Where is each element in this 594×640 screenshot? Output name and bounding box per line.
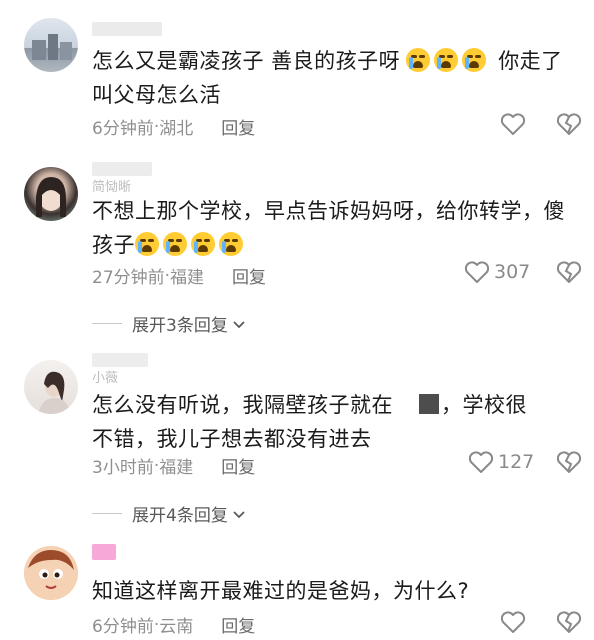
comment-text-line1-tail: 你走了 [498,49,563,73]
expand-divider-line [92,323,122,324]
broken-heart-icon [556,611,582,633]
expand-replies-label: 展开3条回复 [132,316,228,336]
comment-text: 知道这样离开最难过的是爸妈，为什么? [92,574,582,608]
heart-outline-icon [468,451,494,473]
crying-emoji-icon [462,48,487,72]
like-button[interactable]: 127 [468,450,534,474]
avatar[interactable] [24,360,78,414]
comment-location: 湖北 [159,119,194,139]
username-redacted [92,544,116,560]
comment-text: 不想上那个学校，早点告诉妈妈呀，给你转学，傻 孩子 [92,194,582,262]
comment-time: 3小时前 [92,458,154,478]
comment-text: 怎么没有听说，我隔壁孩子就在 ，学校很 不错，我儿子想去都没有进去 [92,388,582,456]
comment-3: 小薇 怎么没有听说，我隔壁孩子就在 ，学校很 不错，我儿子想去都没有进去 3小时前… [0,345,594,530]
reply-button[interactable]: 回复 [221,114,255,139]
reply-button[interactable]: 回复 [221,612,255,637]
avatar[interactable] [24,546,78,600]
comment-time: 6分钟前 [92,119,154,139]
comment-text-line1: 怎么又是霸凌孩子 善良的孩子呀 [92,49,401,73]
avatar-cartoon-image [24,546,78,600]
redacted-block [419,394,439,414]
like-button[interactable] [500,610,526,634]
comment-text-line1: 不想上那个学校，早点告诉妈妈呀，给你转学，傻 [92,199,565,223]
comment-text-line1b: ，学校很 [441,393,527,417]
expand-divider-line [92,513,122,514]
comment-text: 怎么又是霸凌孩子 善良的孩子呀 你走了 叫父母怎么活 [92,44,582,112]
like-button[interactable]: 307 [464,260,530,284]
username[interactable]: 简恸晰 [92,176,131,195]
dislike-button[interactable] [556,112,582,140]
comment-1: 怎么又是霸凌孩子 善良的孩子呀 你走了 叫父母怎么活 6分钟前 · 湖北 回复 [0,0,594,150]
avatar-building-image [32,34,72,60]
heart-outline-icon [464,261,490,283]
heart-outline-icon [500,611,526,633]
dislike-button[interactable] [556,450,582,478]
comment-location: 福建 [170,268,205,288]
chevron-down-icon [233,320,245,328]
crying-emoji-icon [406,48,431,72]
comment-2: 简恸晰 不想上那个学校，早点告诉妈妈呀，给你转学，傻 孩子 27分钟前 · 福建… [0,150,594,345]
avatar[interactable] [24,167,78,221]
comment-text-line1a: 怎么没有听说，我隔壁孩子就在 [92,393,393,417]
heart-outline-icon [500,113,526,135]
username-redacted [92,353,148,367]
like-button[interactable] [500,112,526,136]
avatar-girl-image [36,177,66,217]
comment-meta: 6分钟前 · 湖北 回复 [92,114,255,140]
crying-emoji-icon [135,232,159,256]
like-count: 127 [498,451,535,473]
comment-text-line2: 叫父母怎么活 [92,83,221,107]
crying-emoji-icon [219,232,243,256]
comment-text-line2: 孩子 [92,233,135,257]
comment-location: 云南 [159,617,194,637]
expand-replies-button[interactable]: 展开4条回复 [92,501,247,526]
comment-time: 27分钟前 [92,268,165,288]
username-redacted [92,22,162,36]
avatar[interactable] [24,18,78,72]
comment-meta: 6分钟前 · 云南 回复 [92,612,255,638]
broken-heart-icon [556,113,582,135]
username-redacted [92,162,152,176]
broken-heart-icon [556,261,582,283]
comment-location: 福建 [159,458,194,478]
comment-text-line1: 知道这样离开最难过的是爸妈，为什么? [92,579,470,603]
reply-button[interactable]: 回复 [221,453,255,478]
expand-replies-label: 展开4条回复 [132,506,228,526]
dislike-button[interactable] [556,260,582,288]
expand-replies-button[interactable]: 展开3条回复 [92,311,247,336]
crying-emoji-icon [191,232,215,256]
comment-text-line2: 不错，我儿子想去都没有进去 [92,427,372,451]
avatar-person-image [38,371,70,414]
like-count: 307 [494,261,531,283]
comment-meta: 3小时前 · 福建 回复 [92,453,255,479]
crying-emoji-icon [163,232,187,256]
comment-meta: 27分钟前 · 福建 回复 [92,263,266,289]
dislike-button[interactable] [556,610,582,638]
comment-4: 知道这样离开最难过的是爸妈，为什么? 6分钟前 · 云南 回复 [0,530,594,640]
broken-heart-icon [556,451,582,473]
comment-time: 6分钟前 [92,617,154,637]
chevron-down-icon [233,510,245,518]
reply-button[interactable]: 回复 [232,263,266,288]
crying-emoji-icon [434,48,459,72]
username[interactable]: 小薇 [92,367,118,386]
